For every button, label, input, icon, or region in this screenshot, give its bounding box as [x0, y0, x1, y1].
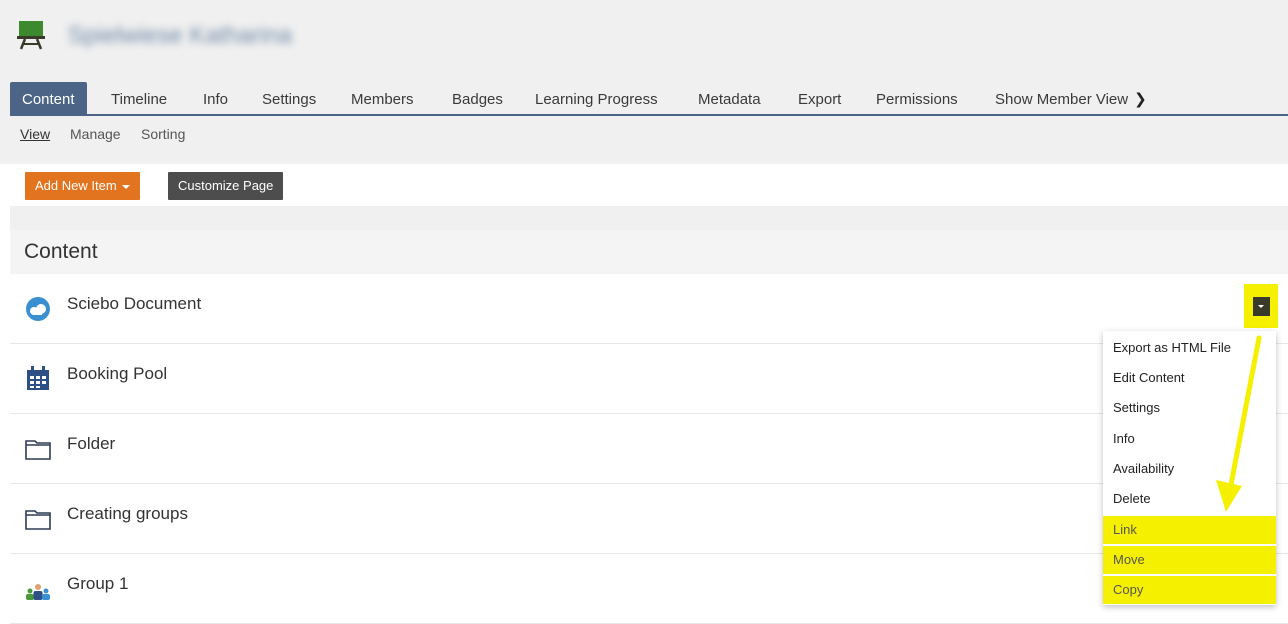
header-band: Spielwiese Katharina Content Timeline In…	[0, 0, 1288, 164]
tab-show-member-view[interactable]: Show Member View ❯	[995, 82, 1147, 114]
menu-item-export-html[interactable]: Export as HTML File	[1103, 334, 1276, 362]
item-title-creating-groups[interactable]: Creating groups	[67, 504, 188, 524]
folder-icon	[25, 440, 51, 460]
menu-item-edit-content[interactable]: Edit Content	[1103, 364, 1276, 392]
tab-settings[interactable]: Settings	[262, 82, 316, 114]
tab-badges[interactable]: Badges	[452, 82, 503, 114]
calendar-icon	[27, 366, 49, 390]
tab-permissions[interactable]: Permissions	[876, 82, 958, 114]
folder-icon	[25, 510, 51, 530]
content-section-header: Content	[10, 230, 1288, 274]
list-item: Folder	[10, 414, 1288, 484]
actions-dropdown-toggle[interactable]	[1244, 284, 1278, 328]
chevron-right-icon: ❯	[1134, 91, 1147, 108]
menu-item-copy[interactable]: Copy	[1103, 576, 1276, 604]
subtab-sorting[interactable]: Sorting	[141, 126, 185, 142]
list-item: Group 1	[10, 554, 1288, 624]
course-title: Spielwiese Katharina	[68, 22, 293, 49]
tab-timeline[interactable]: Timeline	[111, 82, 167, 114]
menu-item-availability[interactable]: Availability	[1103, 455, 1276, 483]
caret-down-icon	[1253, 297, 1270, 316]
tab-content[interactable]: Content	[10, 82, 87, 114]
add-new-item-button[interactable]: Add New Item	[25, 172, 140, 200]
menu-item-settings[interactable]: Settings	[1103, 394, 1276, 422]
tab-metadata[interactable]: Metadata	[698, 82, 761, 114]
menu-item-info[interactable]: Info	[1103, 425, 1276, 453]
customize-page-button[interactable]: Customize Page	[168, 172, 284, 200]
item-title-group-1[interactable]: Group 1	[67, 574, 128, 594]
cloud-icon	[26, 297, 50, 321]
tab-bar: Content Timeline Info Settings Members B…	[10, 82, 1288, 116]
actions-dropdown-menu: Export as HTML File Edit Content Setting…	[1103, 331, 1276, 605]
tab-info[interactable]: Info	[203, 82, 228, 114]
group-icon	[26, 584, 50, 600]
list-item: Booking Pool	[10, 344, 1288, 414]
list-item: Creating groups	[10, 484, 1288, 554]
tab-learning-progress[interactable]: Learning Progress	[535, 82, 658, 114]
tab-show-member-view-label: Show Member View	[995, 91, 1129, 108]
list-item: Sciebo Document	[10, 274, 1288, 344]
subtab-view[interactable]: View	[20, 126, 50, 142]
tab-members[interactable]: Members	[351, 82, 414, 114]
tab-export[interactable]: Export	[798, 82, 841, 114]
item-title-booking-pool[interactable]: Booking Pool	[67, 364, 167, 384]
item-title-folder[interactable]: Folder	[67, 434, 115, 454]
menu-item-delete[interactable]: Delete	[1103, 485, 1276, 513]
subtab-manage[interactable]: Manage	[70, 126, 121, 142]
content-heading: Content	[24, 240, 98, 263]
menu-item-link[interactable]: Link	[1103, 516, 1276, 544]
spacer	[10, 206, 1288, 230]
easel-icon	[17, 21, 45, 50]
item-title-sciebo-document[interactable]: Sciebo Document	[67, 294, 201, 314]
menu-item-move[interactable]: Move	[1103, 546, 1276, 574]
toolbar: Add New Item Customize Page	[10, 164, 1288, 206]
caret-down-icon	[121, 184, 130, 189]
add-new-item-label: Add New Item	[35, 178, 117, 193]
